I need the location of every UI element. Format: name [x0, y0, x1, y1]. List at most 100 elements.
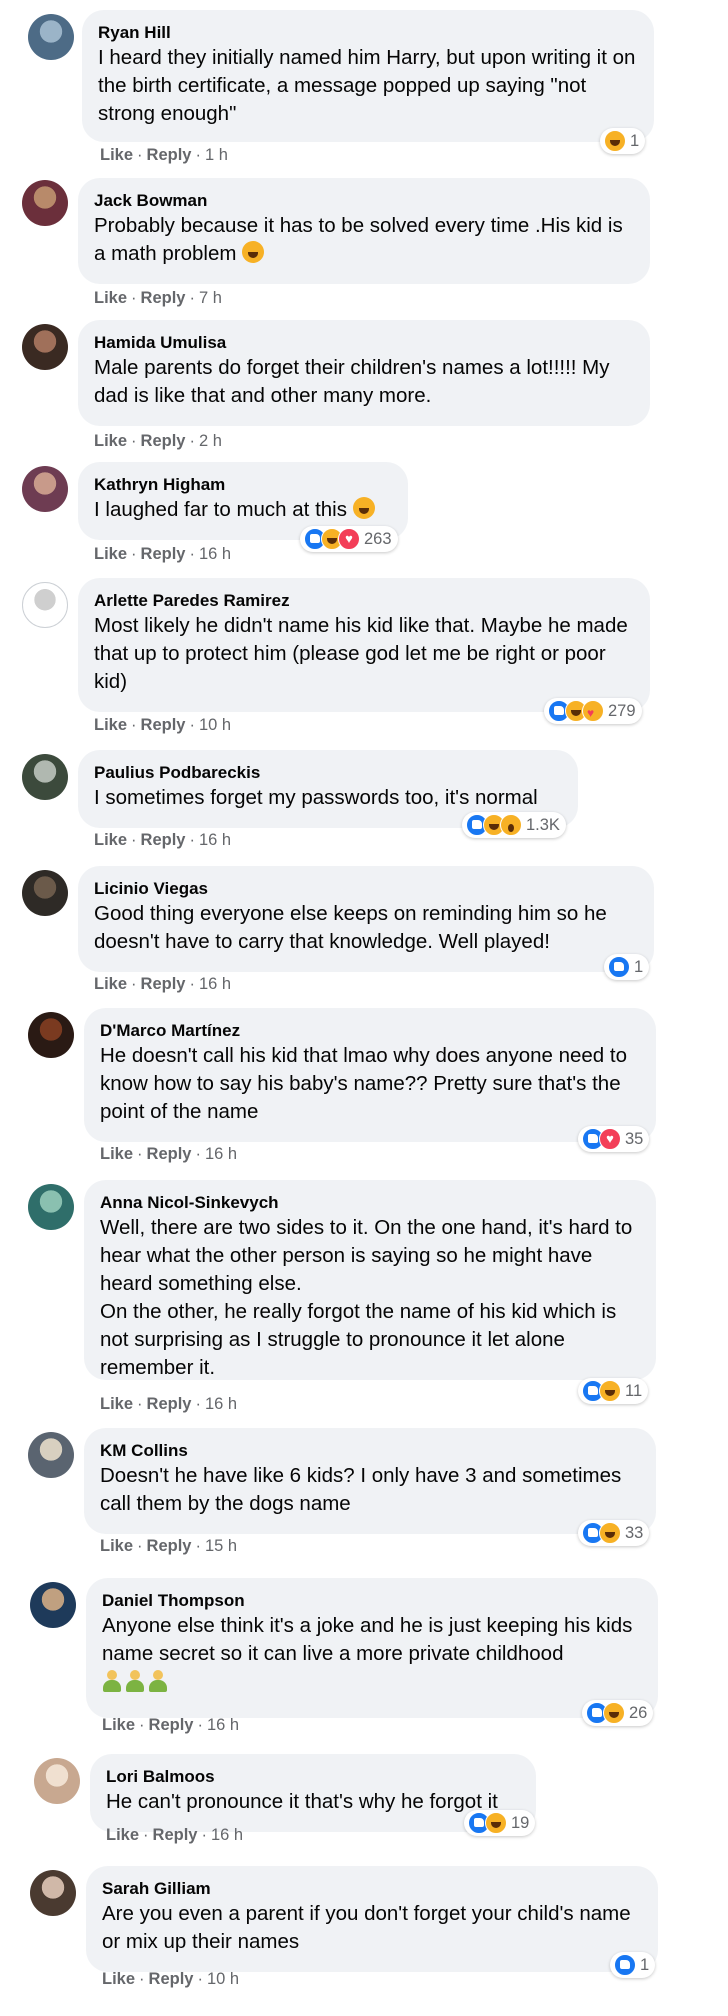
avatar[interactable] [22, 180, 68, 226]
reply-button[interactable]: Reply [141, 716, 186, 734]
comment-text: I laughed far to much at this [94, 496, 392, 524]
reply-button[interactable]: Reply [147, 1537, 192, 1555]
comment-author[interactable]: Ryan Hill [98, 22, 638, 44]
comment-author[interactable]: KM Collins [100, 1440, 640, 1462]
comment-author[interactable]: Sarah Gilliam [102, 1878, 642, 1900]
comment-text: Well, there are two sides to it. On the … [100, 1214, 640, 1382]
reply-button[interactable]: Reply [147, 1145, 192, 1163]
like-button[interactable]: Like [106, 1826, 139, 1844]
reaction-summary[interactable]: 26 [582, 1700, 654, 1726]
reaction-summary[interactable]: 35 [578, 1126, 650, 1152]
reaction-summary[interactable]: 263 [300, 526, 398, 552]
reply-button[interactable]: Reply [149, 1970, 194, 1988]
comment-timestamp[interactable]: 16 h [207, 1716, 239, 1734]
comment-timestamp[interactable]: 10 h [207, 1970, 239, 1988]
comment-timestamp[interactable]: 7 h [199, 289, 222, 307]
haha-reaction-icon [599, 1380, 621, 1402]
reaction-icons [468, 1812, 507, 1834]
reply-button[interactable]: Reply [141, 545, 186, 563]
comment-text: Probably because it has to be solved eve… [94, 212, 634, 268]
like-button[interactable]: Like [94, 432, 127, 450]
comment-text-line: On the other, he really forgot the name … [100, 1300, 617, 1379]
comment-author[interactable]: Arlette Paredes Ramirez [94, 590, 634, 612]
like-button[interactable]: Like [94, 831, 127, 849]
avatar[interactable] [22, 324, 68, 370]
avatar[interactable] [28, 14, 74, 60]
like-button[interactable]: Like [94, 545, 127, 563]
rolling-laughing-emoji-icon [242, 241, 265, 263]
comment-author[interactable]: Kathryn Higham [94, 474, 392, 496]
comment-author[interactable]: Licinio Viegas [94, 878, 638, 900]
like-button[interactable]: Like [94, 289, 127, 307]
reply-button[interactable]: Reply [141, 289, 186, 307]
like-button[interactable]: Like [100, 146, 133, 164]
avatar[interactable] [28, 1184, 74, 1230]
reaction-count: 19 [511, 1813, 530, 1832]
reply-button[interactable]: Reply [153, 1826, 198, 1844]
reaction-count: 1 [640, 1955, 650, 1974]
comment-author[interactable]: Anna Nicol-Sinkevych [100, 1192, 640, 1214]
comment-author[interactable]: Jack Bowman [94, 190, 634, 212]
separator-dot: · [189, 831, 195, 849]
reply-button[interactable]: Reply [141, 432, 186, 450]
comment-timestamp[interactable]: 1 h [205, 146, 228, 164]
like-button[interactable]: Like [94, 716, 127, 734]
avatar[interactable] [30, 1582, 76, 1628]
love-reaction-icon [599, 1128, 621, 1150]
reaction-summary[interactable]: 11 [578, 1378, 649, 1404]
comment-text-line: Male parents do forget their children's … [94, 356, 610, 407]
comment-timestamp[interactable]: 16 h [199, 545, 231, 563]
avatar[interactable] [22, 466, 68, 512]
reaction-summary[interactable]: 1 [600, 128, 646, 154]
separator-dot: · [139, 1716, 145, 1734]
comment-author[interactable]: Daniel Thompson [102, 1590, 642, 1612]
avatar[interactable] [30, 1870, 76, 1916]
comment-timestamp[interactable]: 2 h [199, 432, 222, 450]
avatar[interactable] [22, 870, 68, 916]
comment-author[interactable]: Hamida Umulisa [94, 332, 634, 354]
like-button[interactable]: Like [94, 975, 127, 993]
reply-button[interactable]: Reply [141, 831, 186, 849]
reaction-summary[interactable]: 19 [464, 1810, 536, 1836]
comment-timestamp[interactable]: 16 h [205, 1395, 237, 1413]
reply-button[interactable]: Reply [141, 975, 186, 993]
reply-button[interactable]: Reply [147, 146, 192, 164]
comment-author[interactable]: Lori Balmoos [106, 1766, 520, 1788]
comment-timestamp[interactable]: 16 h [199, 975, 231, 993]
like-button[interactable]: Like [102, 1716, 135, 1734]
comment-timestamp[interactable]: 16 h [199, 831, 231, 849]
comment-author[interactable]: D'Marco Martínez [100, 1020, 640, 1042]
reaction-count: 11 [625, 1381, 643, 1400]
separator-dot: · [131, 432, 137, 450]
comment-timestamp[interactable]: 15 h [205, 1537, 237, 1555]
comment-timestamp[interactable]: 16 h [205, 1145, 237, 1163]
avatar[interactable] [28, 1432, 74, 1478]
comment-timestamp[interactable]: 16 h [211, 1826, 243, 1844]
comment-bubble: D'Marco Martínez He doesn't call his kid … [84, 1008, 656, 1142]
reaction-summary[interactable]: 33 [578, 1520, 650, 1546]
like-button[interactable]: Like [100, 1145, 133, 1163]
reaction-icons [582, 1128, 621, 1150]
avatar[interactable] [28, 1012, 74, 1058]
reaction-summary[interactable]: 1.3K [462, 812, 566, 838]
haha-reaction-icon [599, 1522, 621, 1544]
like-button[interactable]: Like [102, 1970, 135, 1988]
reaction-summary[interactable]: 1 [604, 954, 650, 980]
like-button[interactable]: Like [100, 1537, 133, 1555]
comment-timestamp[interactable]: 10 h [199, 716, 231, 734]
reaction-summary[interactable]: 279 [544, 698, 642, 724]
reaction-summary[interactable]: 1 [610, 1952, 656, 1978]
avatar[interactable] [22, 754, 68, 800]
avatar[interactable] [22, 582, 68, 628]
separator-dot: · [137, 146, 143, 164]
avatar[interactable] [34, 1758, 80, 1804]
like-button[interactable]: Like [100, 1395, 133, 1413]
reply-button[interactable]: Reply [147, 1395, 192, 1413]
reply-button[interactable]: Reply [149, 1716, 194, 1734]
comment-author[interactable]: Paulius Podbareckis [94, 762, 562, 784]
person-gesturing-emoji-icon [102, 1670, 122, 1692]
separator-dot: · [201, 1826, 207, 1844]
separator-dot: · [195, 146, 201, 164]
comment-text-line: Doesn't he have like 6 kids? I only have… [100, 1464, 622, 1515]
separator-dot: · [195, 1537, 201, 1555]
